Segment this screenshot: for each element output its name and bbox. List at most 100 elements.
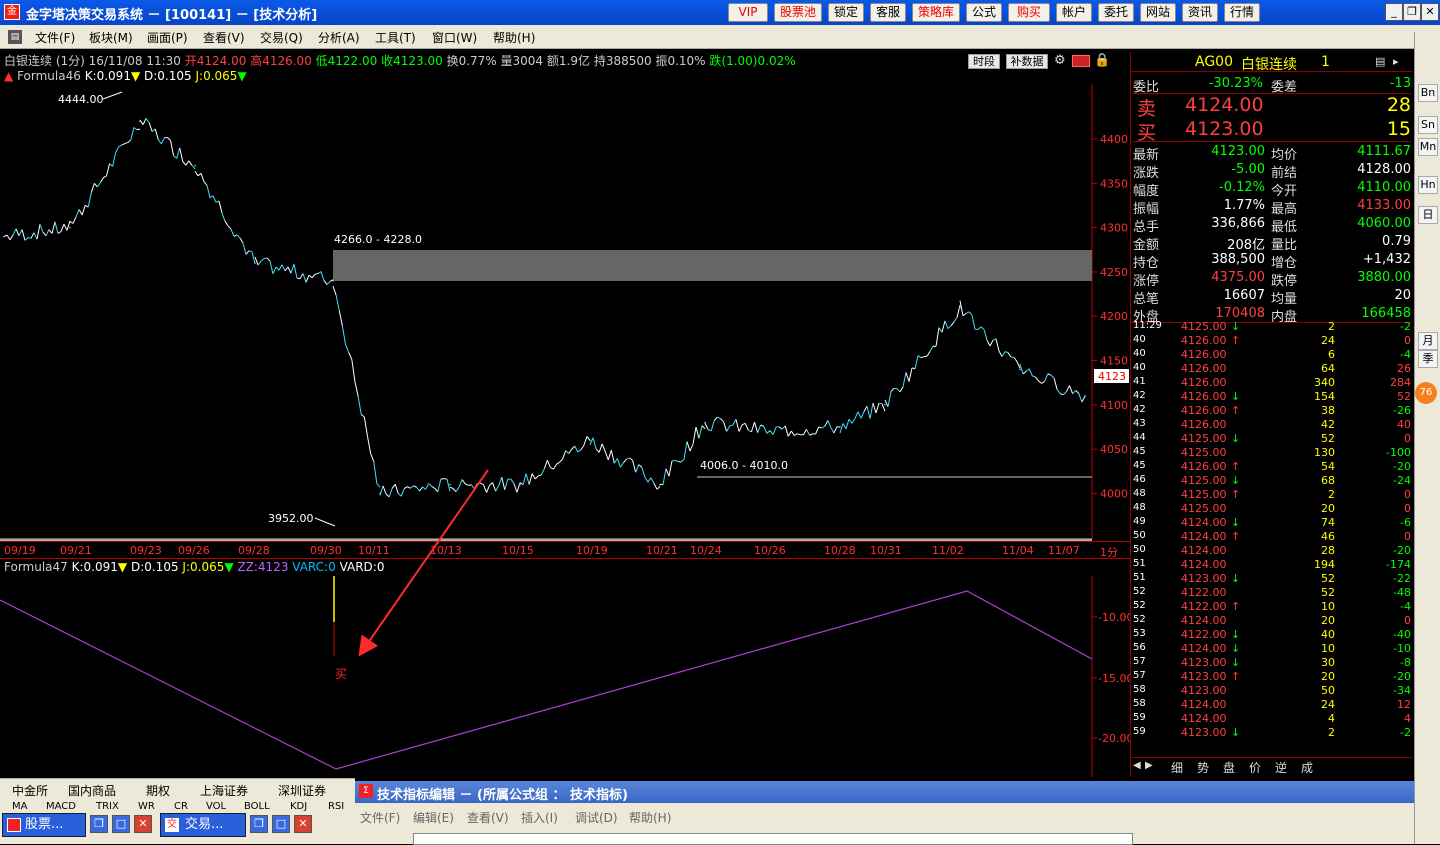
side-button-2[interactable]: Mn xyxy=(1418,138,1438,156)
task-maximize-button[interactable]: □ xyxy=(112,815,130,833)
menu-item-1[interactable]: 板块(M) xyxy=(89,29,133,46)
quote-label: 涨停 xyxy=(1133,270,1159,289)
side-button-0[interactable]: Bn xyxy=(1418,84,1438,102)
market-tab[interactable]: 上海证券 xyxy=(200,782,248,799)
top-button-0[interactable]: VIP xyxy=(728,3,768,22)
tick-row: 524122.0052-48 xyxy=(1133,586,1411,600)
formula2-name[interactable]: Formula47 xyxy=(4,560,68,574)
top-button-8[interactable]: 委托 xyxy=(1098,3,1134,22)
top-button-2[interactable]: 锁定 xyxy=(828,3,864,22)
editor-menu-item[interactable]: 帮助(H) xyxy=(629,809,671,826)
editor-menu-item[interactable]: 查看(V) xyxy=(467,809,509,826)
task-maximize-button[interactable]: □ xyxy=(272,815,290,833)
indicator-tab[interactable]: MACD xyxy=(46,802,76,812)
top-button-3[interactable]: 客服 xyxy=(870,3,906,22)
market-tab[interactable]: 国内商品 xyxy=(68,782,116,799)
top-button-5[interactable]: 公式 xyxy=(966,3,1002,22)
tick-row: 584123.0050-34 xyxy=(1133,684,1411,698)
menu-item-2[interactable]: 画面(P) xyxy=(147,29,188,46)
task-trade[interactable]: 交 交易... xyxy=(160,813,246,837)
tick-tab[interactable]: 细 xyxy=(1171,759,1183,776)
indicator-chart[interactable]: -10.00-15.00-20.00 买 xyxy=(0,576,1130,777)
menu-item-0[interactable]: 文件(F) xyxy=(35,29,75,46)
notification-badge[interactable]: 76 xyxy=(1415,382,1437,404)
tick-tab[interactable]: 盘 xyxy=(1223,759,1235,776)
indicator-tab[interactable]: WR xyxy=(138,802,155,812)
task-close-button[interactable]: ✕ xyxy=(294,815,312,833)
menu-item-4[interactable]: 交易(Q) xyxy=(260,29,303,46)
next-icon[interactable]: ▶ xyxy=(1145,760,1153,771)
market-tab[interactable]: 期权 xyxy=(146,782,170,799)
tick-tab[interactable]: 逆 xyxy=(1275,759,1287,776)
editor-menu-item[interactable]: 编辑(E) xyxy=(413,809,454,826)
indicator-tab[interactable]: VOL xyxy=(206,802,226,812)
tick-change: -40 xyxy=(1353,628,1411,641)
tick-tab[interactable]: 成 xyxy=(1301,759,1313,776)
indicator-tab[interactable]: KDJ xyxy=(290,802,307,812)
menu-item-3[interactable]: 查看(V) xyxy=(203,29,245,46)
top-button-10[interactable]: 资讯 xyxy=(1182,3,1218,22)
tick-tab[interactable]: 势 xyxy=(1197,759,1209,776)
quote-value: 16607 xyxy=(1173,288,1265,303)
panel-menu-icon[interactable]: ▤ xyxy=(1375,55,1385,68)
editor-menu-item[interactable]: 调试(D) xyxy=(575,809,618,826)
task-restore-button[interactable]: ❐ xyxy=(90,815,108,833)
side-button-5[interactable]: 月 xyxy=(1418,332,1438,350)
side-button-1[interactable]: Sn xyxy=(1418,116,1438,134)
indicator-tab[interactable]: TRIX xyxy=(96,802,119,812)
tick-price: 4125.00 xyxy=(1181,488,1227,501)
chart-window-icon[interactable]: ▤ xyxy=(8,30,22,44)
tick-change: -20 xyxy=(1353,544,1411,557)
fill-data-button[interactable]: 补数据 xyxy=(1006,54,1048,69)
minimize-button[interactable]: _ xyxy=(1385,3,1403,21)
weicha-value: -13 xyxy=(1353,76,1411,91)
market-tab[interactable]: 深圳证券 xyxy=(278,782,326,799)
market-tab[interactable]: 中金所 xyxy=(12,782,48,799)
tick-time: 51 xyxy=(1133,558,1146,569)
sell-row[interactable]: 卖 4124.00 28 xyxy=(1133,94,1411,118)
editor-menu-item[interactable]: 插入(I) xyxy=(521,809,558,826)
top-button-9[interactable]: 网站 xyxy=(1140,3,1176,22)
chart-tool-icon[interactable] xyxy=(1072,55,1090,67)
lock-icon[interactable]: 🔒 xyxy=(1094,53,1110,69)
close-button[interactable]: ✕ xyxy=(1421,3,1439,21)
top-button-7[interactable]: 帐户 xyxy=(1056,3,1092,22)
formula1-name[interactable]: Formula46 xyxy=(17,69,81,83)
x-tick-label: 10/31 xyxy=(870,544,902,557)
time-period-button[interactable]: 时段 xyxy=(968,54,1000,69)
top-button-11[interactable]: 行情 xyxy=(1224,3,1260,22)
task-stock[interactable]: 股票... xyxy=(2,813,86,837)
instrument-info: 白银连续 (1分) 16/11/08 11:30 xyxy=(4,54,181,68)
indicator-tab[interactable]: RSI xyxy=(328,802,344,812)
settings-icon[interactable]: ⚙ xyxy=(1054,53,1070,69)
tick-tab[interactable]: 价 xyxy=(1249,759,1261,776)
tick-price: 4123.00 xyxy=(1181,684,1227,697)
prev-icon[interactable]: ◀ xyxy=(1133,760,1141,771)
panel-arrow-icon[interactable]: ▸ xyxy=(1393,55,1399,68)
top-button-6[interactable]: 购买 xyxy=(1008,3,1050,22)
side-button-4[interactable]: 日 xyxy=(1418,206,1438,224)
price-chart[interactable]: 440043504300425042004150410040504000 444… xyxy=(0,84,1130,544)
editor-input[interactable] xyxy=(413,833,1133,845)
restore-button[interactable]: ❐ xyxy=(1403,3,1421,21)
menu-item-6[interactable]: 工具(T) xyxy=(375,29,416,46)
side-button-3[interactable]: Hn xyxy=(1418,176,1438,194)
menu-item-8[interactable]: 帮助(H) xyxy=(493,29,535,46)
quote-value: 4110.00 xyxy=(1313,180,1411,195)
side-button-6[interactable]: 季 xyxy=(1418,350,1438,368)
buy-row[interactable]: 买 4123.00 15 xyxy=(1133,118,1411,142)
top-button-4[interactable]: 策略库 xyxy=(912,3,960,22)
task-restore-button[interactable]: ❐ xyxy=(250,815,268,833)
indicator-tab[interactable]: MA xyxy=(12,802,27,812)
top-button-1[interactable]: 股票池 xyxy=(774,3,822,22)
price-point xyxy=(254,262,256,264)
tick-time: 43 xyxy=(1133,418,1146,429)
buy-price: 4123.00 xyxy=(1185,118,1264,140)
indicator-tab[interactable]: CR xyxy=(174,802,188,812)
menu-item-5[interactable]: 分析(A) xyxy=(318,29,360,46)
task-close-button[interactable]: ✕ xyxy=(134,815,152,833)
menu-item-7[interactable]: 窗口(W) xyxy=(432,29,477,46)
editor-menu-item[interactable]: 文件(F) xyxy=(360,809,400,826)
indicator-tab[interactable]: BOLL xyxy=(244,802,270,812)
x-tick-label: 11/07 xyxy=(1048,544,1080,557)
